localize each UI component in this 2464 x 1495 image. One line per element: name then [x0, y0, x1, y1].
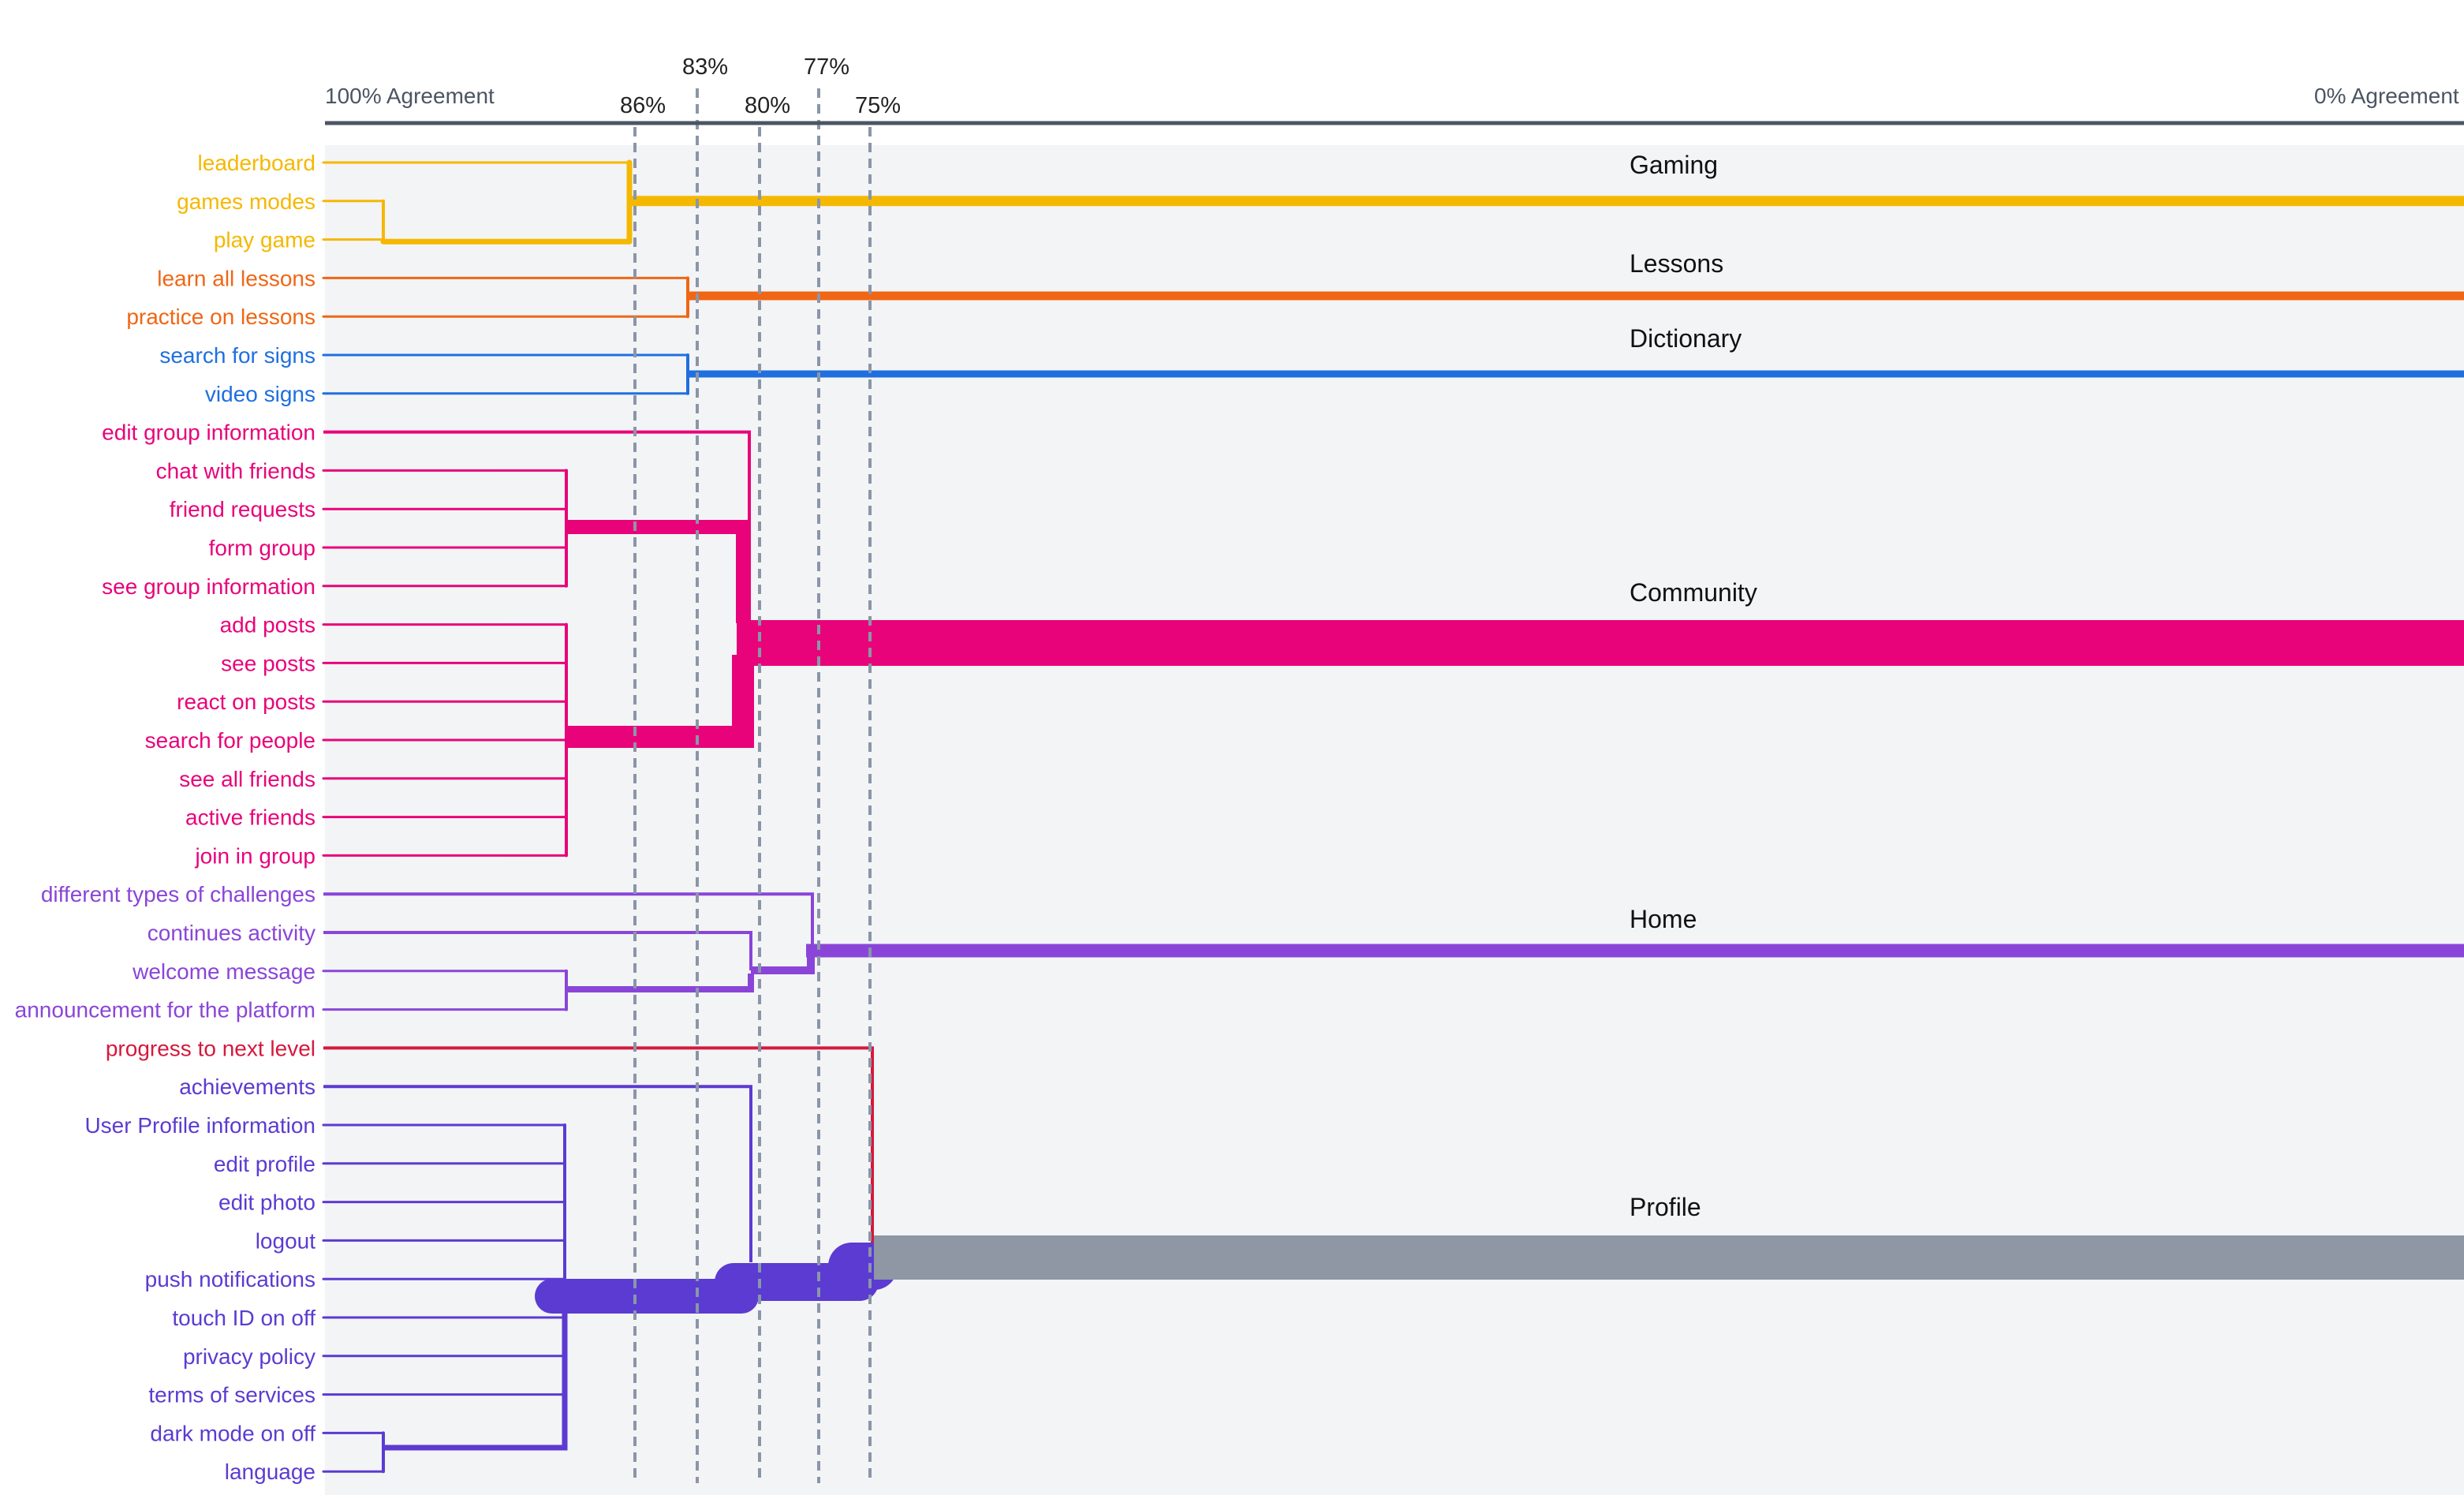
- cluster-label: Community: [1630, 578, 1757, 607]
- leaf-label: dark mode on off: [150, 1421, 315, 1445]
- leaf-label: logout: [256, 1228, 316, 1253]
- leaf-label: search for people: [145, 728, 315, 753]
- leaf-label: see posts: [221, 651, 315, 675]
- leaf-label: announcement for the platform: [15, 998, 315, 1022]
- leaf-label: learn all lessons: [157, 266, 315, 290]
- leaf-label: practice on lessons: [126, 305, 315, 329]
- dendrogram-chart: 100% Agreement 0% Agreement 86% 83% 80% 77%…: [15, 54, 2464, 1495]
- leaf-label: react on posts: [177, 690, 315, 714]
- threshold-label: 86%: [620, 93, 666, 118]
- leaf-label: User Profile information: [84, 1113, 315, 1138]
- profile-trunk: [874, 1235, 2464, 1280]
- community-trunk: [737, 620, 2464, 666]
- leaf-label: achievements: [179, 1075, 315, 1099]
- leaf-label: welcome message: [132, 959, 315, 984]
- leaf-label: edit photo: [218, 1190, 315, 1215]
- cluster-label: Home: [1630, 905, 1697, 933]
- axis-right-label: 0% Agreement: [2314, 84, 2459, 108]
- leaf-label: see group information: [102, 574, 315, 599]
- leaf-label: different types of challenges: [41, 882, 315, 906]
- leaf-label: chat with friends: [156, 458, 315, 483]
- leaf-label: edit group information: [102, 420, 315, 445]
- leaf-label: active friends: [185, 805, 315, 830]
- cluster-label: Gaming: [1630, 151, 1718, 179]
- leaf-label: privacy policy: [183, 1344, 315, 1369]
- leaf-label: form group: [209, 536, 315, 560]
- cluster-label: Profile: [1630, 1193, 1701, 1221]
- leaf-labels: leaderboard games modes play game learn all…: [15, 151, 316, 1484]
- leaf-label: continues activity: [147, 921, 315, 945]
- leaf-label: play game: [214, 228, 315, 252]
- leaf-label: edit profile: [214, 1152, 315, 1176]
- leaf-label: touch ID on off: [172, 1306, 315, 1330]
- axis-left-label: 100% Agreement: [325, 84, 495, 108]
- leaf-label: join in group: [194, 843, 315, 868]
- leaf-label: see all friends: [179, 767, 315, 791]
- leaf-label: video signs: [205, 382, 315, 406]
- leaf-label: search for signs: [159, 343, 315, 368]
- leaf-label: language: [225, 1459, 315, 1484]
- threshold-label: 75%: [855, 93, 901, 118]
- threshold-label: 80%: [745, 93, 790, 118]
- leaf-label: terms of services: [148, 1383, 315, 1407]
- leaf-label: friend requests: [170, 497, 315, 521]
- threshold-label: 83%: [682, 54, 728, 80]
- leaf-label: add posts: [220, 613, 315, 637]
- leaf-label: push notifications: [145, 1267, 315, 1291]
- threshold-label: 77%: [804, 54, 849, 80]
- cluster-label: Dictionary: [1630, 324, 1742, 353]
- leaf-label: games modes: [177, 189, 315, 214]
- cluster-label: Lessons: [1630, 249, 1723, 278]
- leaf-label: leaderboard: [198, 151, 315, 175]
- threshold-labels: 86% 83% 80% 77%75%: [620, 54, 901, 118]
- leaf-label: progress to next level: [106, 1036, 315, 1060]
